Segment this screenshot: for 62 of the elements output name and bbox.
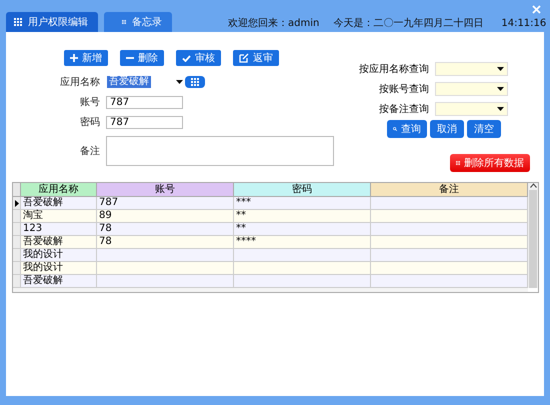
tab[interactable]: 备忘录 xyxy=(104,12,172,32)
welcome-text: 欢迎您回来：admin xyxy=(228,16,320,30)
tab[interactable]: 用户权限编辑 xyxy=(6,12,98,32)
field-label: 备注 xyxy=(79,144,101,158)
table-cell: ** xyxy=(234,210,371,223)
column-header[interactable]: 密码 xyxy=(234,183,371,197)
grid-icon xyxy=(191,78,199,86)
query-label: 按应用名称查询 xyxy=(358,62,430,76)
table-cell: *** xyxy=(234,197,371,210)
dropdown-caret-icon xyxy=(497,67,504,71)
field-label: 应用名称 xyxy=(59,76,101,89)
date-text: 今天是：二〇一九年四月二十四日 xyxy=(333,16,484,30)
scroll-up-icon[interactable] xyxy=(530,183,536,188)
table-cell: ** xyxy=(234,223,371,236)
table-cell: 123 xyxy=(21,223,97,236)
toolbar-button[interactable]: 返审 xyxy=(233,50,279,66)
dropdown-caret-icon xyxy=(176,80,183,84)
password-field[interactable]: 787 xyxy=(106,116,183,128)
dropdown-caret-icon xyxy=(497,107,504,111)
row-pointer-icon xyxy=(14,200,18,206)
account-field[interactable]: 787 xyxy=(106,96,183,108)
table-cell: 淘宝 xyxy=(21,210,97,223)
field-label: 账号 xyxy=(79,96,101,109)
toolbar-button[interactable]: 删除 xyxy=(120,50,164,66)
search-icon xyxy=(393,124,397,134)
grid-icon xyxy=(14,18,22,26)
minus-icon xyxy=(126,57,134,59)
query-label: 按账号查询 xyxy=(378,82,430,96)
table-cell: 89 xyxy=(97,210,234,223)
column-header[interactable]: 应用名称 xyxy=(21,183,97,197)
table-cell: 吾爱破解 xyxy=(21,236,97,249)
row-indicator[interactable] xyxy=(13,197,21,210)
close-icon[interactable] xyxy=(532,5,541,14)
delete-all-button[interactable]: 删除所有数据 xyxy=(450,154,530,172)
table-cell: 78 xyxy=(97,223,234,236)
checkmark-icon xyxy=(182,54,191,62)
table-cell: 吾爱破解 xyxy=(21,275,97,288)
query-dropdown[interactable] xyxy=(435,102,508,116)
table-cell: 我的设计 xyxy=(21,249,97,262)
query-button[interactable]: 清空 xyxy=(467,120,501,138)
field-label: 密码 xyxy=(79,116,101,129)
toolbar-button[interactable]: 审核 xyxy=(176,50,221,66)
table-cell: **** xyxy=(234,236,371,249)
query-dropdown[interactable] xyxy=(435,62,508,76)
scrollbar[interactable] xyxy=(528,183,538,288)
column-header[interactable]: 备注 xyxy=(371,183,528,197)
time-text: 14:11:16 xyxy=(501,18,546,28)
query-label: 按备注查询 xyxy=(378,102,430,116)
grid-button[interactable] xyxy=(185,76,205,88)
dropdown-caret-icon xyxy=(497,87,504,91)
column-header[interactable]: 账号 xyxy=(97,183,234,197)
query-button[interactable]: 查询 xyxy=(387,120,427,138)
table-cell: 78 xyxy=(97,236,234,249)
query-dropdown[interactable] xyxy=(435,82,508,96)
table-cell: 787 xyxy=(97,197,234,210)
table-cell: 我的设计 xyxy=(21,262,97,275)
query-button[interactable]: 取消 xyxy=(430,120,464,138)
table-cell: 吾爱破解 xyxy=(21,197,97,210)
plus-icon xyxy=(70,54,78,62)
note-field[interactable] xyxy=(106,136,334,166)
toolbar-button[interactable]: 新增 xyxy=(64,50,108,66)
edit-icon xyxy=(239,53,249,63)
